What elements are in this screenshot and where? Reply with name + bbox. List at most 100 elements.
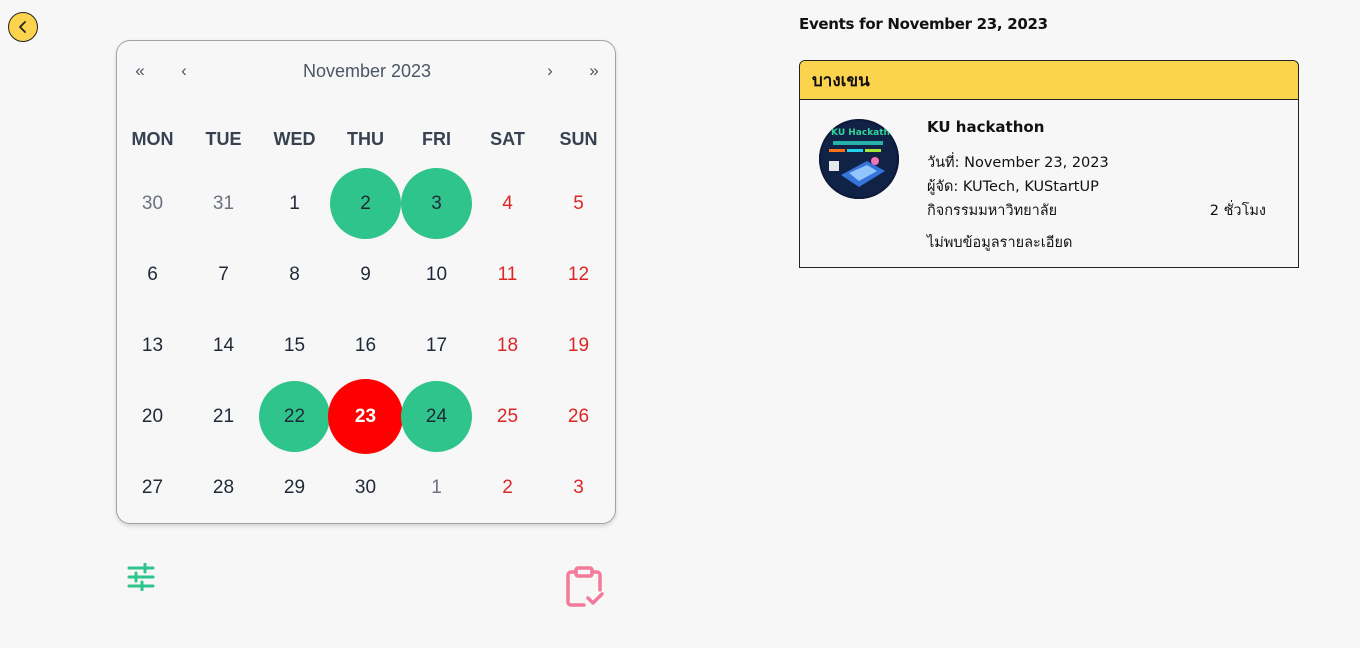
- day-number: 28: [212, 476, 235, 498]
- day-cell[interactable]: 10: [401, 239, 472, 310]
- day-cell[interactable]: 28: [188, 452, 259, 523]
- day-number: 24: [425, 405, 448, 427]
- day-number: 26: [567, 405, 590, 427]
- day-number: 27: [141, 476, 164, 498]
- day-number: 25: [496, 405, 519, 427]
- day-number: 16: [354, 334, 377, 356]
- event-title[interactable]: KU hackathon: [927, 118, 1044, 136]
- day-cell[interactable]: 18: [472, 310, 543, 381]
- day-cell[interactable]: 30: [330, 452, 401, 523]
- day-cell-event[interactable]: 22: [259, 381, 330, 452]
- event-details: ไม่พบข้อมูลรายละเอียด: [927, 235, 1073, 251]
- day-cell-selected[interactable]: 23: [328, 379, 403, 454]
- day-number: 12: [567, 263, 590, 285]
- event-date: วันที่: November 23, 2023: [927, 155, 1109, 171]
- day-cell[interactable]: 30: [117, 168, 188, 239]
- day-number: 9: [360, 263, 371, 285]
- day-cell[interactable]: 1: [401, 452, 472, 523]
- next-year-button[interactable]: »: [581, 59, 607, 83]
- day-number: 18: [496, 334, 519, 356]
- day-cell[interactable]: 3: [543, 452, 614, 523]
- weekday-sun: SUN: [559, 129, 598, 149]
- day-cell[interactable]: 16: [330, 310, 401, 381]
- day-cell[interactable]: 31: [188, 168, 259, 239]
- day-cell[interactable]: 11: [472, 239, 543, 310]
- day-cell-event[interactable]: 2: [330, 168, 401, 239]
- day-cell-event[interactable]: 24: [401, 381, 472, 452]
- event-duration: 2 ชั่วโมง: [1209, 203, 1266, 219]
- day-number: 21: [212, 405, 235, 427]
- day-cell[interactable]: 20: [117, 381, 188, 452]
- day-number: 2: [360, 192, 371, 214]
- clipboard-check-icon: [566, 566, 604, 607]
- day-number: 13: [141, 334, 164, 356]
- day-number: 20: [141, 405, 164, 427]
- day-cell[interactable]: 25: [472, 381, 543, 452]
- weekday-sat: SAT: [490, 129, 525, 149]
- day-number: 10: [425, 263, 448, 285]
- day-number: 1: [431, 476, 442, 498]
- day-cell[interactable]: 4: [472, 168, 543, 239]
- day-number: 3: [573, 476, 584, 498]
- filter-button[interactable]: [127, 562, 155, 592]
- events-heading: Events for November 23, 2023: [799, 15, 1048, 33]
- day-cell[interactable]: 7: [188, 239, 259, 310]
- day-number: 6: [147, 263, 158, 285]
- day-number: 31: [212, 192, 235, 214]
- day-number: 19: [567, 334, 590, 356]
- day-cell[interactable]: 6: [117, 239, 188, 310]
- day-number: 23: [354, 405, 377, 427]
- back-button[interactable]: [8, 12, 38, 42]
- day-cell[interactable]: 9: [330, 239, 401, 310]
- day-cell[interactable]: 8: [259, 239, 330, 310]
- day-number: 17: [425, 334, 448, 356]
- weekday-fri: FRI: [422, 129, 451, 149]
- day-number: 15: [283, 334, 306, 356]
- day-cell[interactable]: 27: [117, 452, 188, 523]
- clipboard-button[interactable]: [564, 566, 604, 608]
- weekday-thu: THU: [347, 129, 384, 149]
- day-number: 1: [289, 192, 300, 214]
- campus-header: บางเขน: [800, 61, 1298, 100]
- calendar: « ‹ November 2023 › » MON TUE WED THU FRI SAT…: [116, 40, 616, 524]
- day-cell[interactable]: 29: [259, 452, 330, 523]
- month-label[interactable]: November 2023: [267, 59, 467, 83]
- day-cell-event[interactable]: 3: [401, 168, 472, 239]
- chevron-left-icon: [19, 21, 26, 33]
- prev-year-button[interactable]: «: [127, 59, 153, 83]
- day-number: 30: [354, 476, 377, 498]
- day-cell[interactable]: 13: [117, 310, 188, 381]
- event-organizer: ผู้จัด: KUTech, KUStartUP: [927, 179, 1099, 195]
- next-month-button[interactable]: ›: [537, 59, 563, 83]
- event-card[interactable]: บางเขน KU Hackathon KU hackathon วันที่:…: [799, 60, 1299, 268]
- day-number: 30: [141, 192, 164, 214]
- day-cell[interactable]: 26: [543, 381, 614, 452]
- svg-text:KU Hackathon: KU Hackathon: [831, 128, 899, 138]
- day-number: 11: [497, 263, 518, 285]
- day-cell[interactable]: 14: [188, 310, 259, 381]
- weekday-mon: MON: [131, 129, 174, 149]
- day-number: 2: [502, 476, 513, 498]
- day-number: 4: [502, 192, 513, 214]
- day-cell[interactable]: 17: [401, 310, 472, 381]
- day-cell[interactable]: 15: [259, 310, 330, 381]
- sliders-icon: [127, 562, 155, 592]
- day-cell[interactable]: 1: [259, 168, 330, 239]
- day-cell[interactable]: 5: [543, 168, 614, 239]
- day-number: 22: [283, 405, 306, 427]
- day-cell[interactable]: 2: [472, 452, 543, 523]
- day-number: 5: [573, 192, 584, 214]
- day-cell[interactable]: 19: [543, 310, 614, 381]
- weekday-wed: WED: [273, 129, 316, 149]
- day-number: 29: [283, 476, 306, 498]
- day-cell[interactable]: 12: [543, 239, 614, 310]
- day-number: 3: [431, 192, 442, 214]
- day-cell[interactable]: 21: [188, 381, 259, 452]
- event-category: กิจกรรมมหาวิทยาลัย: [927, 203, 1058, 219]
- prev-month-button[interactable]: ‹: [171, 59, 197, 83]
- day-number: 14: [212, 334, 235, 356]
- day-number: 8: [289, 263, 300, 285]
- weekday-tue: TUE: [205, 129, 242, 149]
- day-number: 7: [218, 263, 229, 285]
- event-thumbnail: KU Hackathon: [819, 119, 899, 199]
